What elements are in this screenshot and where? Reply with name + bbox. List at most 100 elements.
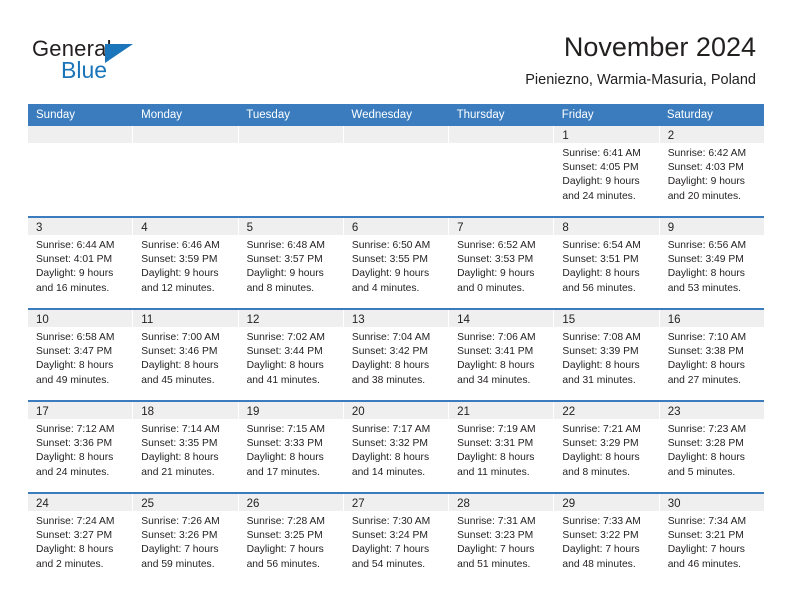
day-number-strip: 23 bbox=[659, 402, 764, 419]
day-cell[interactable]: 18 Sunrise: 7:14 AM Sunset: 3:35 PM Dayligh… bbox=[133, 402, 239, 492]
week-row: 17 Sunrise: 7:12 AM Sunset: 3:36 PM Dayligh… bbox=[28, 400, 764, 492]
day-info: Sunrise: 6:42 AM Sunset: 4:03 PM Daylight:… bbox=[660, 143, 764, 204]
daylight-text-line2: and 27 minutes. bbox=[667, 374, 741, 386]
day-cell[interactable]: 9 Sunrise: 6:56 AM Sunset: 3:49 PM Daylight… bbox=[659, 218, 764, 308]
sunrise-text: Sunrise: 7:15 AM bbox=[246, 424, 325, 435]
day-cell[interactable]: 19 Sunrise: 7:15 AM Sunset: 3:33 PM Dayligh… bbox=[238, 402, 344, 492]
sunrise-text: Sunrise: 7:19 AM bbox=[457, 424, 536, 435]
daylight-text-line2: and 20 minutes. bbox=[667, 190, 741, 202]
day-cell[interactable]: 24 Sunrise: 7:24 AM Sunset: 3:27 PM Dayligh… bbox=[28, 494, 134, 584]
daylight-text-line2: and 51 minutes. bbox=[457, 558, 531, 570]
daylight-text-line1: Daylight: 7 hours bbox=[457, 544, 535, 556]
day-number-strip bbox=[343, 126, 449, 143]
daylight-text-line1: Daylight: 8 hours bbox=[246, 452, 324, 464]
day-number: 23 bbox=[667, 406, 681, 418]
daylight-text-line2: and 24 minutes. bbox=[562, 190, 636, 202]
daylight-text-line2: and 31 minutes. bbox=[562, 374, 636, 386]
day-cell[interactable]: 22 Sunrise: 7:21 AM Sunset: 3:29 PM Dayligh… bbox=[554, 402, 660, 492]
day-cell-empty bbox=[449, 126, 555, 216]
weekday-header-saturday: Saturday bbox=[666, 109, 713, 121]
day-cell[interactable]: 13 Sunrise: 7:04 AM Sunset: 3:42 PM Dayligh… bbox=[343, 310, 450, 400]
day-info: Sunrise: 7:23 AM Sunset: 3:28 PM Daylight:… bbox=[660, 419, 764, 480]
day-cell[interactable]: 29 Sunrise: 7:33 AM Sunset: 3:22 PM Dayligh… bbox=[554, 494, 660, 584]
day-info: Sunrise: 7:33 AM Sunset: 3:22 PM Daylight:… bbox=[554, 511, 658, 572]
day-cell[interactable]: 1 Sunrise: 6:41 AM Sunset: 4:05 PM Daylight… bbox=[554, 126, 660, 216]
day-cell[interactable]: 2 Sunrise: 6:42 AM Sunset: 4:03 PM Daylight… bbox=[659, 126, 764, 216]
day-number-strip: 25 bbox=[133, 494, 238, 511]
weeks-container: 1 Sunrise: 6:41 AM Sunset: 4:05 PM Daylight… bbox=[28, 126, 764, 584]
day-cell[interactable]: 12 Sunrise: 7:02 AM Sunset: 3:44 PM Dayligh… bbox=[238, 310, 344, 400]
day-cell[interactable]: 11 Sunrise: 7:00 AM Sunset: 3:46 PM Dayligh… bbox=[133, 310, 239, 400]
day-number: 2 bbox=[667, 130, 675, 142]
day-number-strip: 27 bbox=[343, 494, 449, 511]
day-cell[interactable]: 21 Sunrise: 7:19 AM Sunset: 3:31 PM Dayligh… bbox=[449, 402, 555, 492]
page-title: November 2024 bbox=[563, 32, 756, 62]
day-cell[interactable]: 4 Sunrise: 6:46 AM Sunset: 3:59 PM Daylight… bbox=[133, 218, 239, 308]
sunset-text: Sunset: 3:42 PM bbox=[351, 346, 428, 358]
general-blue-logo[interactable]: General Blue bbox=[32, 36, 192, 86]
sunrise-text: Sunrise: 7:28 AM bbox=[246, 516, 325, 527]
day-cell[interactable]: 6 Sunrise: 6:50 AM Sunset: 3:55 PM Daylight… bbox=[343, 218, 450, 308]
day-number: 29 bbox=[562, 498, 576, 510]
daylight-text-line1: Daylight: 8 hours bbox=[36, 360, 114, 372]
day-cell[interactable]: 16 Sunrise: 7:10 AM Sunset: 3:38 PM Dayligh… bbox=[659, 310, 764, 400]
weekday-header-tuesday: Tuesday bbox=[246, 109, 290, 121]
sunrise-text: Sunrise: 7:10 AM bbox=[667, 332, 747, 343]
daylight-text-line2: and 41 minutes. bbox=[246, 374, 320, 386]
calendar-page: General Blue November 2024 Pieniezno, Wa… bbox=[0, 0, 792, 612]
day-number: 19 bbox=[246, 406, 260, 418]
day-cell[interactable]: 8 Sunrise: 6:54 AM Sunset: 3:51 PM Daylight… bbox=[554, 218, 660, 308]
day-cell[interactable]: 15 Sunrise: 7:08 AM Sunset: 3:39 PM Dayligh… bbox=[554, 310, 660, 400]
day-info: Sunrise: 6:50 AM Sunset: 3:55 PM Daylight:… bbox=[344, 235, 448, 296]
sunrise-text: Sunrise: 6:48 AM bbox=[246, 240, 325, 251]
daylight-text-line2: and 2 minutes. bbox=[36, 558, 104, 570]
day-cell[interactable]: 14 Sunrise: 7:06 AM Sunset: 3:41 PM Dayligh… bbox=[449, 310, 555, 400]
day-number: 27 bbox=[351, 498, 365, 510]
day-cell[interactable]: 25 Sunrise: 7:26 AM Sunset: 3:26 PM Dayligh… bbox=[133, 494, 239, 584]
day-number-strip: 18 bbox=[133, 402, 238, 419]
calendar-grid: Sunday Monday Tuesday Wednesday Thursday… bbox=[28, 104, 764, 584]
daylight-text-line2: and 56 minutes. bbox=[246, 558, 320, 570]
week-row: 3 Sunrise: 6:44 AM Sunset: 4:01 PM Daylight… bbox=[28, 216, 764, 308]
daylight-text-line2: and 12 minutes. bbox=[141, 282, 215, 294]
logo-triangle-icon bbox=[105, 44, 133, 63]
day-number: 30 bbox=[667, 498, 681, 510]
day-cell[interactable]: 10 Sunrise: 6:58 AM Sunset: 3:47 PM Dayligh… bbox=[28, 310, 134, 400]
daylight-text-line1: Daylight: 8 hours bbox=[562, 360, 640, 372]
page-subtitle: Pieniezno, Warmia-Masuria, Poland bbox=[525, 72, 756, 88]
day-number-strip: 7 bbox=[449, 218, 554, 235]
daylight-text-line2: and 11 minutes. bbox=[457, 466, 530, 478]
day-number-strip bbox=[238, 126, 343, 143]
daylight-text-line1: Daylight: 7 hours bbox=[351, 544, 430, 556]
daylight-text-line1: Daylight: 8 hours bbox=[457, 360, 535, 372]
day-cell[interactable]: 17 Sunrise: 7:12 AM Sunset: 3:36 PM Dayligh… bbox=[28, 402, 134, 492]
sunset-text: Sunset: 3:59 PM bbox=[141, 254, 218, 266]
sunrise-text: Sunrise: 6:52 AM bbox=[457, 240, 536, 251]
day-cell[interactable]: 3 Sunrise: 6:44 AM Sunset: 4:01 PM Daylight… bbox=[28, 218, 134, 308]
sunrise-text: Sunrise: 7:21 AM bbox=[562, 424, 641, 435]
sunrise-text: Sunrise: 6:58 AM bbox=[36, 332, 115, 343]
day-cell[interactable]: 28 Sunrise: 7:31 AM Sunset: 3:23 PM Dayligh… bbox=[449, 494, 555, 584]
day-info: Sunrise: 6:52 AM Sunset: 3:53 PM Daylight:… bbox=[449, 235, 553, 296]
day-cell[interactable]: 5 Sunrise: 6:48 AM Sunset: 3:57 PM Daylight… bbox=[238, 218, 344, 308]
sunset-text: Sunset: 3:49 PM bbox=[667, 254, 744, 266]
daylight-text-line2: and 59 minutes. bbox=[141, 558, 215, 570]
day-cell[interactable]: 26 Sunrise: 7:28 AM Sunset: 3:25 PM Dayligh… bbox=[238, 494, 344, 584]
daylight-text-line1: Daylight: 9 hours bbox=[351, 268, 430, 280]
sunset-text: Sunset: 3:24 PM bbox=[351, 530, 428, 542]
day-cell[interactable]: 7 Sunrise: 6:52 AM Sunset: 3:53 PM Daylight… bbox=[449, 218, 555, 308]
day-cell[interactable]: 23 Sunrise: 7:23 AM Sunset: 3:28 PM Dayligh… bbox=[659, 402, 764, 492]
sunset-text: Sunset: 3:27 PM bbox=[36, 530, 113, 542]
sunrise-text: Sunrise: 7:06 AM bbox=[457, 332, 536, 343]
day-cell[interactable]: 30 Sunrise: 7:34 AM Sunset: 3:21 PM Dayligh… bbox=[659, 494, 764, 584]
daylight-text-line1: Daylight: 7 hours bbox=[562, 544, 640, 556]
day-cell[interactable]: 20 Sunrise: 7:17 AM Sunset: 3:32 PM Dayligh… bbox=[343, 402, 450, 492]
daylight-text-line1: Daylight: 8 hours bbox=[562, 268, 640, 280]
daylight-text-line2: and 38 minutes. bbox=[351, 374, 426, 386]
daylight-text-line1: Daylight: 8 hours bbox=[36, 544, 114, 556]
sunrise-text: Sunrise: 7:30 AM bbox=[351, 516, 431, 527]
weekday-header-wednesday: Wednesday bbox=[351, 109, 412, 121]
day-number-strip: 8 bbox=[554, 218, 659, 235]
day-cell[interactable]: 27 Sunrise: 7:30 AM Sunset: 3:24 PM Dayligh… bbox=[343, 494, 450, 584]
sunrise-text: Sunrise: 7:24 AM bbox=[36, 516, 115, 527]
